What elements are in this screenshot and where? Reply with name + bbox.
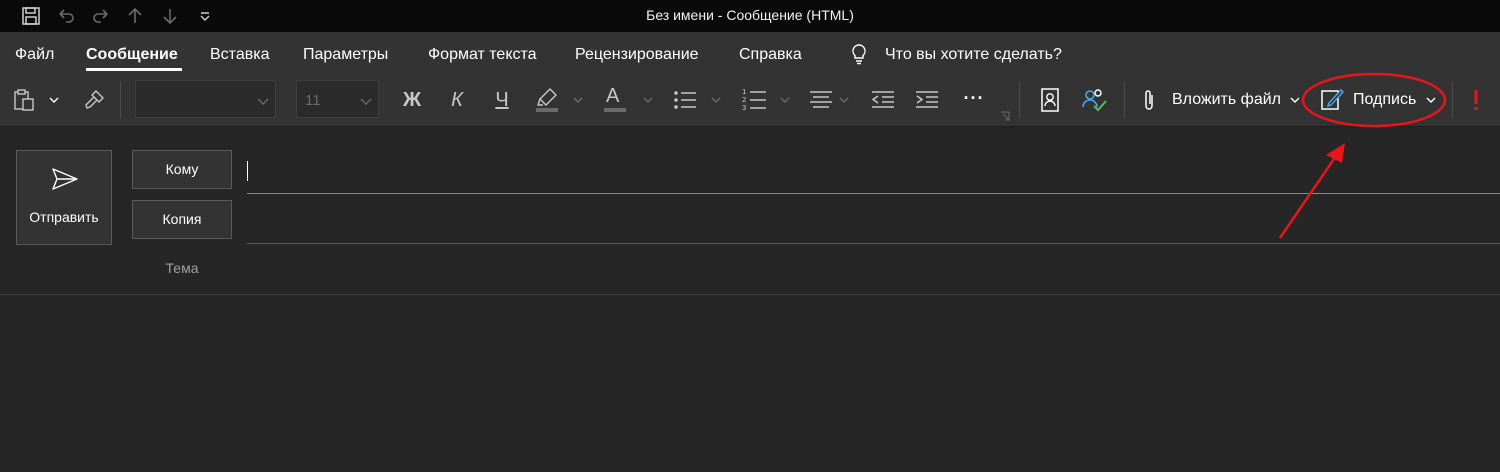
svg-text:1: 1 (742, 88, 746, 96)
numbering-dropdown-icon[interactable] (777, 92, 793, 108)
tab-message[interactable]: Сообщение (86, 46, 178, 64)
bullets-dropdown-icon[interactable] (708, 92, 724, 108)
bold-button[interactable]: Ж (398, 86, 426, 114)
chevron-down-icon (360, 93, 372, 111)
numbering-icon[interactable]: 123 (738, 84, 770, 116)
title-bar: Без имени - Сообщение (HTML) (0, 0, 1500, 32)
separator (1452, 82, 1453, 118)
paste-dropdown-icon[interactable] (46, 92, 62, 108)
more-options-button[interactable]: ··· (958, 86, 990, 110)
tab-insert[interactable]: Вставка (210, 46, 269, 64)
chevron-down-icon (257, 93, 269, 111)
signature-button[interactable]: Подпись (1353, 90, 1416, 110)
address-book-icon[interactable] (1036, 85, 1064, 115)
active-tab-indicator (86, 68, 182, 71)
lightbulb-icon (848, 42, 870, 66)
send-label: Отправить (29, 209, 99, 225)
tab-help[interactable]: Справка (739, 46, 802, 64)
format-painter-icon[interactable] (80, 86, 108, 114)
font-size-value: 11 (305, 92, 321, 109)
cc-button[interactable]: Копия (132, 200, 232, 239)
cc-field[interactable] (247, 200, 1500, 244)
align-icon[interactable] (806, 86, 836, 114)
svg-text:3: 3 (742, 104, 746, 112)
decrease-indent-icon[interactable] (868, 86, 898, 114)
send-icon (51, 167, 79, 196)
signature-dropdown-icon[interactable] (1424, 92, 1438, 108)
to-button[interactable]: Кому (132, 150, 232, 189)
svg-text:2: 2 (742, 96, 746, 104)
ribbon-tabs: Файл Сообщение Вставка Параметры Формат … (0, 32, 1500, 76)
separator (120, 82, 121, 118)
font-color-dropdown-icon[interactable] (640, 92, 656, 108)
align-dropdown-icon[interactable] (836, 92, 852, 108)
ribbon-toolbar: 11 Ж К Ч А 123 ··· Вложить файл Подпись (0, 76, 1500, 127)
subject-label: Тема (165, 260, 199, 276)
bullets-icon[interactable] (670, 86, 700, 114)
tab-format-text[interactable]: Формат текста (428, 46, 537, 64)
increase-indent-icon[interactable] (912, 86, 942, 114)
window-title: Без имени - Сообщение (HTML) (646, 7, 854, 23)
clipboard-icon[interactable] (8, 86, 40, 114)
dialog-launcher-icon[interactable] (999, 110, 1011, 122)
font-size-select[interactable]: 11 (296, 80, 379, 118)
paperclip-icon[interactable] (1137, 86, 1161, 114)
to-field[interactable] (247, 150, 1500, 194)
separator (1124, 82, 1125, 118)
attach-file-button[interactable]: Вложить файл (1172, 90, 1281, 110)
text-cursor (247, 161, 248, 181)
tell-me-search[interactable]: Что вы хотите сделать? (885, 46, 1062, 64)
tab-file[interactable]: Файл (15, 46, 54, 64)
font-color-button[interactable]: А (600, 84, 630, 116)
separator (1019, 82, 1020, 118)
font-name-select[interactable] (135, 80, 276, 118)
italic-button[interactable]: К (443, 86, 471, 114)
send-button[interactable]: Отправить (16, 150, 112, 245)
importance-icon[interactable] (1466, 86, 1486, 114)
highlight-dropdown-icon[interactable] (570, 92, 586, 108)
font-color-label: А (606, 85, 620, 107)
check-names-icon[interactable] (1078, 85, 1110, 115)
signature-icon[interactable] (1318, 84, 1346, 114)
underline-button[interactable]: Ч (488, 86, 516, 114)
tab-options[interactable]: Параметры (303, 46, 388, 64)
tab-review[interactable]: Рецензирование (575, 46, 699, 64)
highlight-icon[interactable] (532, 84, 562, 116)
attach-dropdown-icon[interactable] (1288, 92, 1302, 108)
subject-divider (0, 294, 1500, 295)
